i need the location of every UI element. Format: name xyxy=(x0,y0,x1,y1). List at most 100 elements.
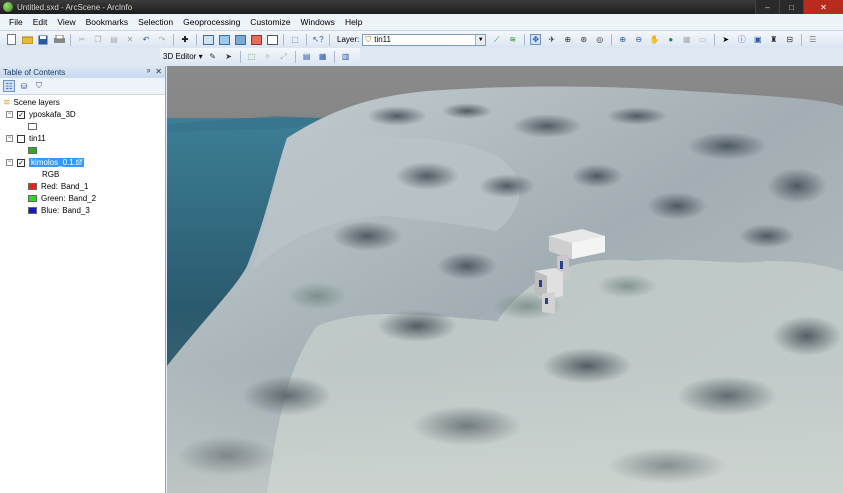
save-icon[interactable] xyxy=(38,34,49,45)
catalog-icon[interactable] xyxy=(234,34,246,45)
zoom-in-icon[interactable]: ⊕ xyxy=(617,34,628,45)
measure-icon[interactable]: ⊟ xyxy=(784,34,795,45)
new-document-icon[interactable] xyxy=(6,34,17,45)
red-band-swatch[interactable] xyxy=(28,183,37,190)
move-icon[interactable]: ⬚ xyxy=(246,51,257,62)
add-data-icon[interactable]: ✚ xyxy=(180,34,191,45)
layer-name[interactable]: tin11 xyxy=(29,134,46,143)
create-features-icon[interactable]: ▤ xyxy=(301,51,312,62)
collapse-icon[interactable]: − xyxy=(6,159,13,166)
menu-customize[interactable]: Customize xyxy=(245,14,295,31)
rotate-icon[interactable]: ✧ xyxy=(262,51,273,62)
full-extent-globe-icon[interactable]: ● xyxy=(665,34,676,45)
band-channel: Red: xyxy=(41,182,58,191)
layer-dropdown[interactable]: ⛉ tin11 ▼ xyxy=(362,33,487,46)
layer-visibility-checkbox[interactable] xyxy=(17,134,25,143)
scene-properties-icon[interactable] xyxy=(218,34,230,45)
menu-file[interactable]: File xyxy=(4,14,28,31)
attributes-icon[interactable]: ▦ xyxy=(317,51,328,62)
layer-row-tin11[interactable]: − tin11 xyxy=(6,133,46,144)
set-observer-icon[interactable]: ◎ xyxy=(594,34,605,45)
green-band-swatch[interactable] xyxy=(28,195,37,202)
fly-icon[interactable]: ✈ xyxy=(546,34,557,45)
profile-graph-icon[interactable]: ⟋ xyxy=(491,34,502,45)
whats-this-icon[interactable]: ↖? xyxy=(312,34,323,45)
menu-help[interactable]: Help xyxy=(340,14,367,31)
scene-view[interactable] xyxy=(167,66,843,493)
maximize-button[interactable]: □ xyxy=(779,0,803,14)
layer-name[interactable]: yposkafa_3D xyxy=(29,110,76,119)
scale-icon[interactable]: ⤢ xyxy=(278,51,289,62)
toolbar-separator xyxy=(610,33,612,46)
scene-layers-root[interactable]: ≋ Scene layers xyxy=(3,97,60,108)
delete-icon[interactable]: ✕ xyxy=(125,34,136,45)
animation-icon[interactable] xyxy=(266,34,278,45)
list-by-source-icon[interactable]: ⛁ xyxy=(18,80,30,92)
layer-symbol-row[interactable] xyxy=(28,121,41,132)
menu-bookmarks[interactable]: Bookmarks xyxy=(81,14,134,31)
navigate-icon[interactable]: ✥ xyxy=(530,34,542,45)
toolbar-separator xyxy=(800,33,802,46)
menu-geoprocessing[interactable]: Geoprocessing xyxy=(178,14,245,31)
band-channel: Green: xyxy=(41,194,66,203)
menu-view[interactable]: View xyxy=(52,14,80,31)
find-icon[interactable]: ♜ xyxy=(768,34,779,45)
layer-symbol-row[interactable] xyxy=(28,145,41,156)
full-extent-icon[interactable] xyxy=(202,34,214,45)
edit-tool-icon[interactable]: ✎ xyxy=(207,51,218,62)
blue-band-swatch[interactable] xyxy=(28,207,37,214)
pan-icon[interactable]: ✋ xyxy=(649,34,660,45)
menu-selection[interactable]: Selection xyxy=(133,14,178,31)
target-center-icon[interactable]: ⊕ xyxy=(562,34,573,45)
terrain-3d-rendering xyxy=(167,66,843,493)
pin-icon[interactable]: ᵖ xyxy=(147,66,150,78)
sketch-properties-icon[interactable]: ▥ xyxy=(340,51,351,62)
zoom-to-target-icon[interactable]: ⊛ xyxy=(578,34,589,45)
steepest-path-icon[interactable]: ≋ xyxy=(507,34,518,45)
open-folder-icon[interactable] xyxy=(21,34,33,45)
search-window-icon[interactable] xyxy=(250,34,262,45)
select-features-icon[interactable]: ⬚ xyxy=(290,34,301,45)
list-by-drawing-order-icon[interactable]: ☷ xyxy=(3,80,15,92)
minimize-button[interactable]: – xyxy=(755,0,779,14)
print-icon[interactable] xyxy=(53,34,65,45)
narrow-fov-icon[interactable]: ▭ xyxy=(697,34,708,45)
redo-icon[interactable]: ↷ xyxy=(157,34,168,45)
copy-icon[interactable]: ❐ xyxy=(93,34,104,45)
toolbar-options-icon[interactable]: ☰ xyxy=(807,34,818,45)
toc-title: Table of Contents xyxy=(3,67,66,77)
select-elements-icon[interactable]: ➤ xyxy=(720,34,731,45)
paste-icon[interactable]: ▤ xyxy=(109,34,120,45)
band-name: Band_3 xyxy=(62,206,90,215)
undo-icon[interactable]: ↶ xyxy=(141,34,152,45)
title-bar: Untitled.sxd - ArcScene - ArcInfo – □ ✕ xyxy=(0,0,843,14)
layer-symbol-swatch[interactable] xyxy=(28,123,37,130)
layer-row-kimolos[interactable]: − ✓ kimolos_0.1.tif xyxy=(6,157,85,168)
layer-visibility-checkbox[interactable]: ✓ xyxy=(17,110,25,119)
toolbar-separator xyxy=(333,50,335,63)
cut-icon[interactable]: ✂ xyxy=(77,34,88,45)
toc-close-icon[interactable]: ✕ xyxy=(155,66,162,78)
menu-edit[interactable]: Edit xyxy=(28,14,53,31)
layer-name[interactable]: kimolos_0.1.tif xyxy=(29,158,85,167)
collapse-icon[interactable]: − xyxy=(6,135,13,142)
collapse-icon[interactable]: − xyxy=(6,111,13,118)
layer-symbol-swatch[interactable] xyxy=(28,147,37,154)
layer-dropdown-value: tin11 xyxy=(374,35,391,44)
layer-visibility-checkbox[interactable]: ✓ xyxy=(17,158,25,167)
html-popup-icon[interactable]: ▣ xyxy=(752,34,763,45)
identify-icon[interactable]: ⓘ xyxy=(736,34,747,45)
menu-windows[interactable]: Windows xyxy=(295,14,339,31)
swipe-icon[interactable]: ▦ xyxy=(681,34,692,45)
layer-row-yposkafa[interactable]: − ✓ yposkafa_3D xyxy=(6,109,76,120)
zoom-out-icon[interactable]: ⊖ xyxy=(633,34,644,45)
layer-label: Layer: xyxy=(337,35,360,44)
3d-editor-toolbar: 3D Editor ▾ ✎ ➤ ⬚ ✧ ⤢ ▤ ▦ ▥ xyxy=(160,48,360,65)
list-by-visibility-icon[interactable]: ⛉ xyxy=(33,80,45,92)
close-button[interactable]: ✕ xyxy=(803,0,843,14)
chevron-down-icon: ▼ xyxy=(475,34,486,45)
toolbar-separator xyxy=(239,50,241,63)
3d-editor-menu[interactable]: 3D Editor ▾ xyxy=(163,52,203,61)
band-name: Band_1 xyxy=(60,182,89,191)
edit-arrow-icon[interactable]: ➤ xyxy=(223,51,234,62)
